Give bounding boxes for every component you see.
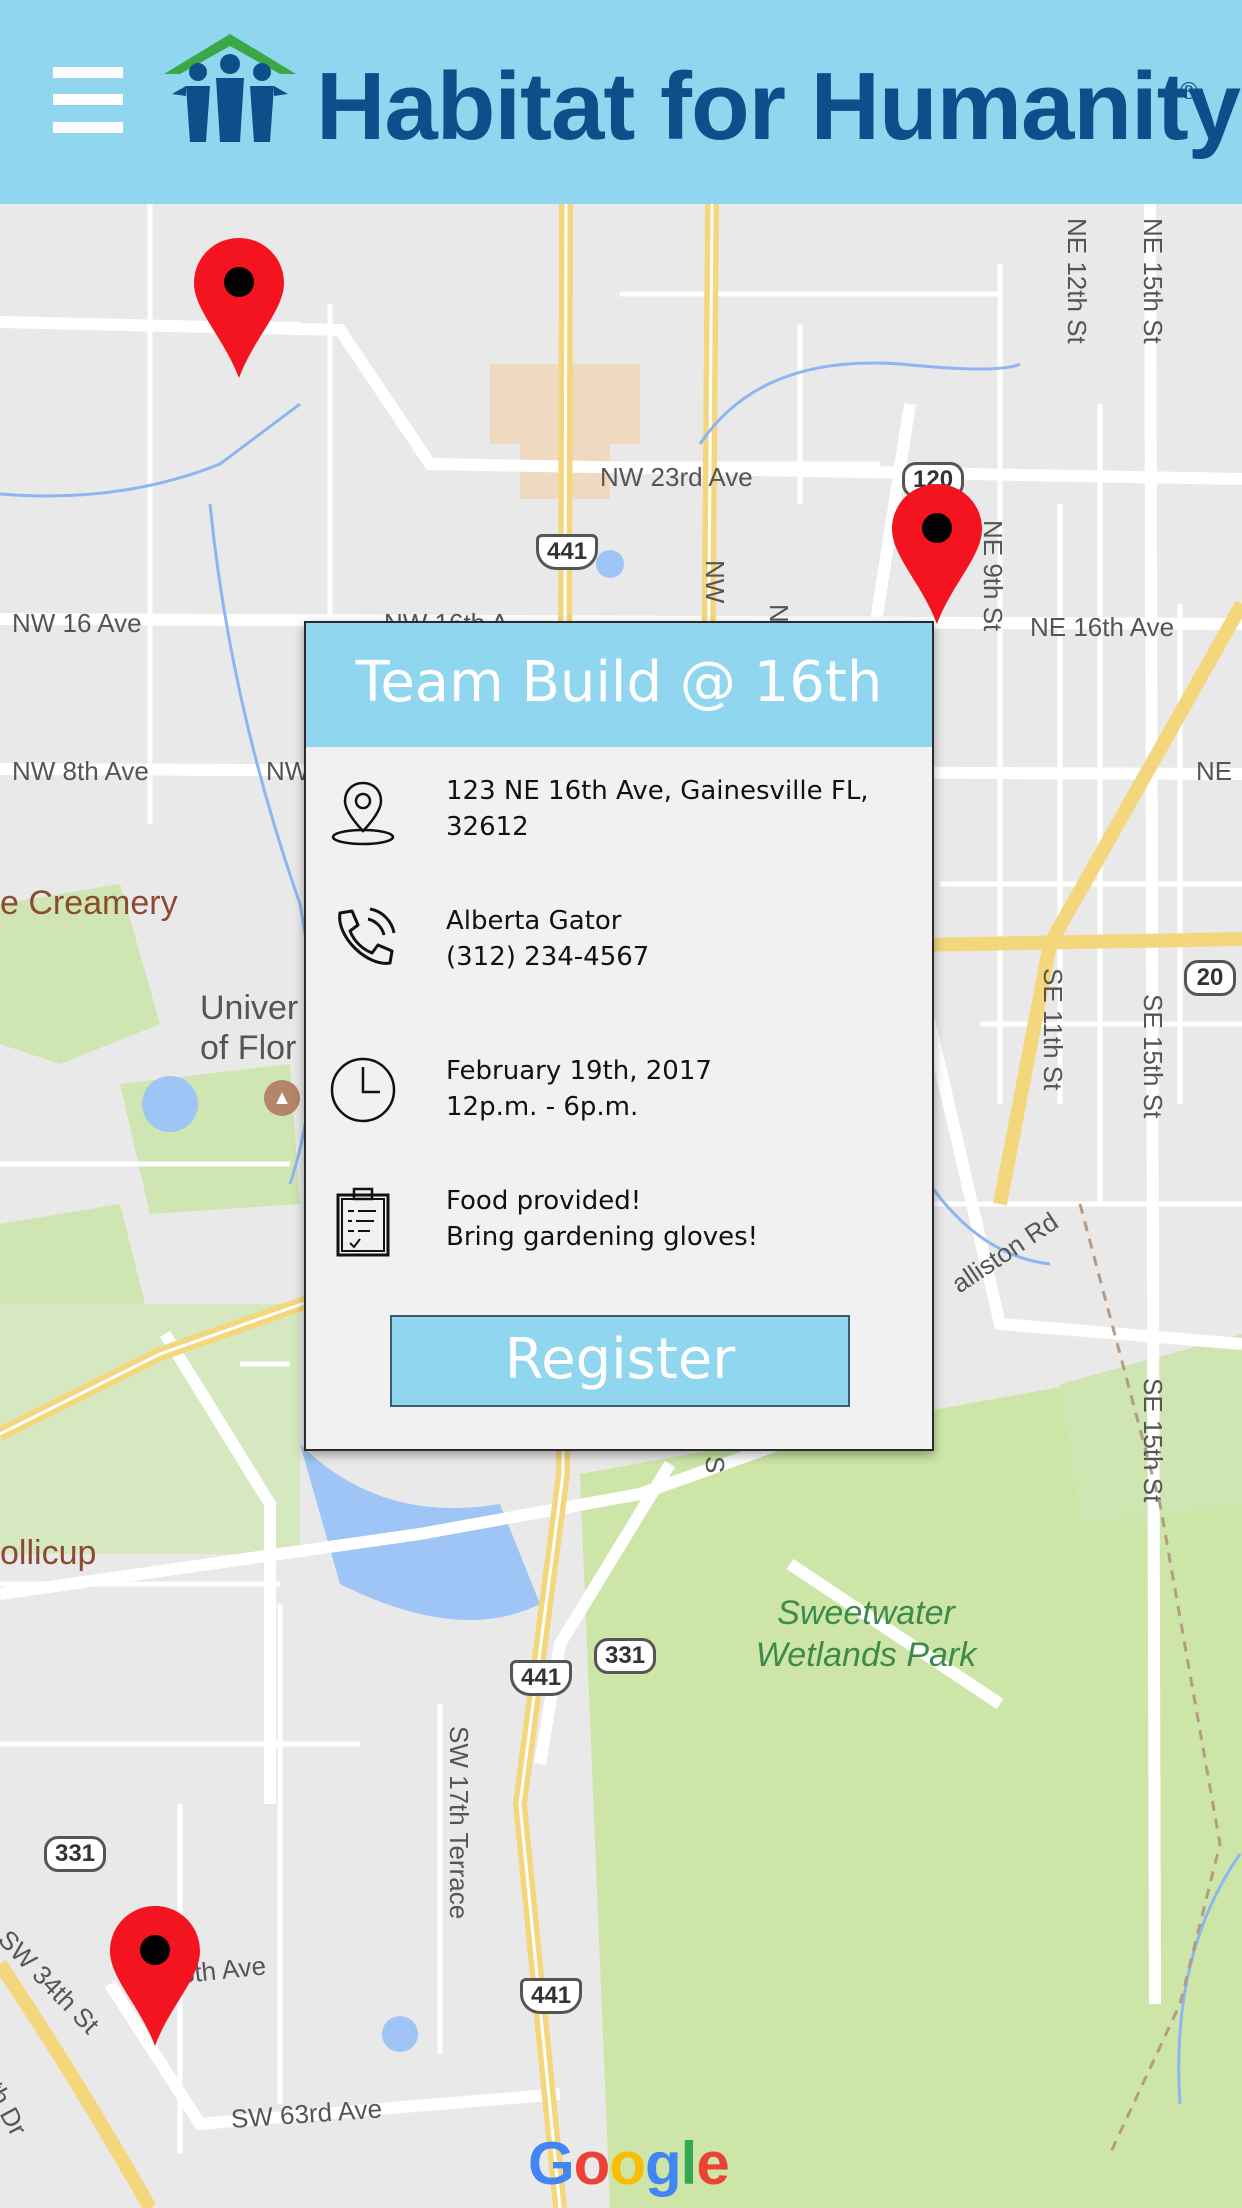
- street-label-nw16: NW 16 Ave: [12, 608, 142, 638]
- street-label-nw-vertical: NW: [700, 560, 730, 604]
- street-label-s-partial: S: [700, 1456, 730, 1474]
- map-pin-icon[interactable]: [110, 1906, 200, 2046]
- street-label-ne-partial: NE: [1196, 756, 1233, 786]
- event-time-row: February 19th, 2017 12p.m. - 6p.m.: [306, 1053, 932, 1133]
- event-contact-name: Alberta Gator: [446, 906, 622, 936]
- event-date: February 19th, 2017: [446, 1056, 712, 1086]
- habitat-logo-icon: [164, 34, 296, 142]
- app-header: Habitat for Humanity ®: [0, 0, 1242, 204]
- google-letter: l: [680, 2130, 698, 2197]
- google-letter: G: [528, 2130, 575, 2197]
- event-popup-header: Team Build @ 16th: [306, 623, 932, 747]
- event-contact-row: Alberta Gator (312) 234-4567: [306, 903, 932, 983]
- poi-sweetwater-park[interactable]: Sweetwater Wetlands Park: [736, 1592, 996, 1676]
- location-pin-icon: [331, 781, 395, 846]
- street-label-ne16: NE 16th Ave: [1030, 612, 1175, 642]
- register-button[interactable]: Register: [390, 1315, 850, 1407]
- clipboard-icon: [336, 1187, 390, 1257]
- park-label-line1: Sweetwater: [777, 1594, 955, 1632]
- event-note-line2: Bring gardening gloves!: [446, 1222, 759, 1252]
- google-letter: g: [644, 2130, 682, 2197]
- graduation-cap-icon[interactable]: ▲: [264, 1080, 300, 1116]
- poi-pollicup[interactable]: ollicup: [0, 1534, 96, 1573]
- street-label-n-partial: N: [764, 604, 794, 623]
- event-address-line2: 32612: [446, 812, 529, 842]
- brand-name: Habitat for Humanity: [316, 53, 1241, 160]
- event-address-row: 123 NE 16th Ave, Gainesville FL, 32612: [306, 773, 932, 853]
- route-shield-331-west: 331: [44, 1836, 107, 1872]
- street-label-ne15: NE 15th St: [1138, 218, 1168, 344]
- hamburger-menu-icon[interactable]: [53, 67, 123, 133]
- street-label-se15-lower: SE 15th St: [1138, 1378, 1168, 1503]
- event-notes-row: Food provided! Bring gardening gloves!: [306, 1183, 932, 1263]
- route-shield-441: 441: [536, 534, 599, 570]
- event-contact-phone[interactable]: (312) 234-4567: [446, 939, 649, 975]
- street-label-sw17: SW 17th Terrace: [444, 1726, 474, 1920]
- google-letter: e: [696, 2130, 729, 2197]
- poi-creamery[interactable]: e Creamery: [0, 884, 178, 923]
- poi-university-line2[interactable]: of Flor: [200, 1028, 296, 1068]
- route-shield-441-south: 441: [510, 1660, 573, 1696]
- event-title: Team Build @ 16th: [355, 650, 883, 715]
- map-pin-icon[interactable]: [892, 484, 982, 624]
- google-letter: o: [573, 2130, 611, 2197]
- registered-mark: ®: [1180, 78, 1198, 105]
- street-label-nw23: NW 23rd Ave: [600, 462, 753, 492]
- street-label-ne12: NE 12th St: [1062, 218, 1092, 344]
- google-attribution: Google: [528, 2129, 730, 2198]
- street-label-se11: SE 11th St: [1038, 968, 1068, 1091]
- google-letter: o: [609, 2130, 646, 2197]
- event-popup-card: Team Build @ 16th 123 NE 16th Ave, Gaine…: [304, 621, 934, 1451]
- street-label-se15: SE 15th St: [1138, 994, 1168, 1119]
- street-label-nw8: NW 8th Ave: [12, 756, 149, 786]
- clock-icon: [330, 1057, 396, 1123]
- route-shield-331: 331: [594, 1638, 657, 1674]
- phone-icon[interactable]: [328, 905, 398, 975]
- event-note-line1: Food provided!: [446, 1186, 642, 1216]
- poi-university-line1[interactable]: Univer: [200, 988, 298, 1028]
- event-address-line1: 123 NE 16th Ave, Gainesville FL,: [446, 776, 869, 806]
- map-pin-icon[interactable]: [194, 238, 284, 378]
- street-label-nw8-partial: NW: [266, 756, 310, 786]
- park-label-line2: Wetlands Park: [755, 1636, 977, 1674]
- event-time: 12p.m. - 6p.m.: [446, 1092, 639, 1122]
- route-shield-441-far-south: 441: [520, 1978, 583, 2014]
- route-shield-20: 20: [1184, 960, 1236, 996]
